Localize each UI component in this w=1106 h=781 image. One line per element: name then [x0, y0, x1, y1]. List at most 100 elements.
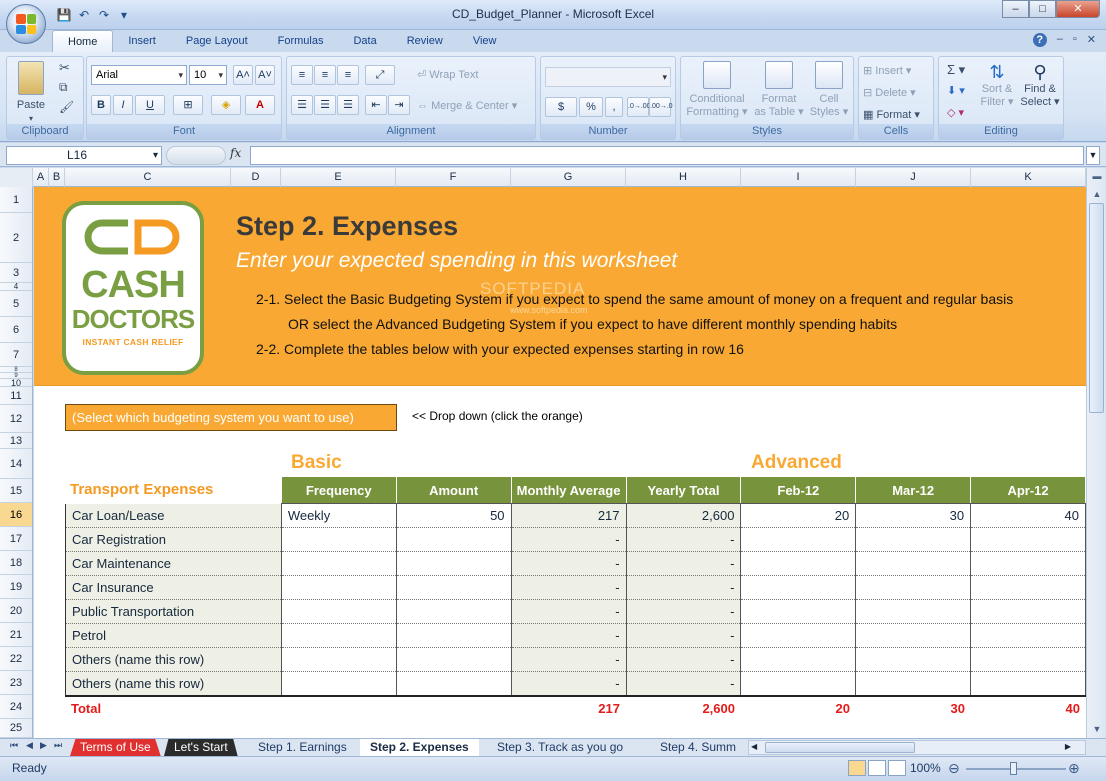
formula-bar-splitter[interactable] [166, 146, 226, 165]
sort-filter-button[interactable]: ⇅ Sort & Filter ▾ [977, 61, 1017, 109]
feb-cell[interactable] [740, 575, 857, 600]
apr-cell[interactable] [970, 647, 1086, 672]
tab-formulas[interactable]: Formulas [263, 30, 339, 52]
shrink-font-button[interactable]: A˅ [255, 65, 275, 85]
feb-cell[interactable] [740, 671, 857, 697]
column-header[interactable]: D [231, 168, 281, 187]
copy-icon[interactable]: ⧉ [59, 81, 68, 94]
frequency-cell[interactable] [281, 527, 397, 552]
borders-button[interactable]: ⊞ [173, 95, 203, 115]
autosum-icon[interactable]: Σ ▾ [947, 63, 965, 76]
expand-formula-bar-icon[interactable]: ▼ [1086, 146, 1100, 165]
mar-cell[interactable] [855, 647, 972, 672]
row-header[interactable]: 21 [0, 623, 32, 647]
bold-button[interactable]: B [91, 95, 111, 115]
frequency-cell[interactable] [281, 599, 397, 624]
row-header[interactable]: 12 [0, 405, 32, 433]
tab-review[interactable]: Review [392, 30, 458, 52]
number-format-dropdown[interactable] [545, 67, 671, 87]
align-middle-icon[interactable]: ≡ [314, 65, 336, 85]
row-header[interactable]: 5 [0, 291, 32, 317]
row-header[interactable]: 17 [0, 527, 32, 551]
row-header[interactable]: 19 [0, 575, 32, 599]
row-header[interactable]: 2 [0, 213, 32, 263]
frequency-cell[interactable] [281, 647, 397, 672]
apr-cell[interactable] [970, 671, 1086, 697]
feb-cell[interactable] [740, 647, 857, 672]
amount-cell[interactable] [396, 623, 512, 648]
amount-cell[interactable] [396, 647, 512, 672]
zoom-in-icon[interactable]: ⊕ [1068, 760, 1080, 777]
tab-home[interactable]: Home [52, 30, 114, 52]
tab-data[interactable]: Data [338, 30, 391, 52]
office-button[interactable] [6, 4, 46, 44]
sheet-tab-step2[interactable]: Step 2. Expenses [360, 739, 479, 756]
conditional-formatting-button[interactable]: Conditional Formatting ▾ [685, 61, 749, 119]
formula-input[interactable] [250, 146, 1084, 165]
paste-button[interactable]: Paste ▾ [13, 61, 49, 125]
expense-label[interactable]: Car Insurance [65, 575, 282, 600]
feb-cell[interactable] [740, 527, 857, 552]
cell-styles-button[interactable]: Cell Styles ▾ [807, 61, 851, 119]
monthly-average-cell[interactable]: - [511, 671, 627, 697]
zoom-out-icon[interactable]: ⊖ [948, 760, 960, 777]
monthly-average-cell[interactable]: 217 [511, 503, 627, 528]
yearly-total-cell[interactable]: - [626, 647, 742, 672]
monthly-average-cell[interactable]: - [511, 647, 627, 672]
percent-button[interactable]: % [579, 97, 603, 117]
horizontal-scrollbar[interactable]: ◀ ▶ [748, 740, 1086, 755]
insert-cells-button[interactable]: ⊞ Insert ▾ [863, 65, 911, 78]
yearly-total-cell[interactable]: - [626, 671, 742, 697]
expense-label[interactable]: Public Transportation [65, 599, 282, 624]
doc-close-button[interactable]: ✕ [1087, 33, 1096, 47]
name-box[interactable]: L16 [6, 146, 162, 165]
yearly-total-cell[interactable]: - [626, 527, 742, 552]
amount-cell[interactable] [396, 551, 512, 576]
expense-label[interactable]: Car Registration [65, 527, 282, 552]
align-top-icon[interactable]: ≡ [291, 65, 313, 85]
apr-cell[interactable] [970, 623, 1086, 648]
column-header[interactable]: K [971, 168, 1086, 187]
mar-cell[interactable] [855, 623, 972, 648]
font-color-button[interactable]: A [245, 95, 275, 115]
row-header[interactable]: 24 [0, 695, 32, 719]
row-header[interactable]: 25 [0, 719, 32, 738]
frequency-cell[interactable] [281, 623, 397, 648]
frequency-cell[interactable] [281, 575, 397, 600]
row-header[interactable]: 15 [0, 479, 32, 503]
mar-cell[interactable] [855, 575, 972, 600]
clear-icon[interactable]: ◇ ▾ [947, 107, 964, 120]
feb-cell[interactable] [740, 551, 857, 576]
tab-insert[interactable]: Insert [113, 30, 171, 52]
monthly-average-cell[interactable]: - [511, 623, 627, 648]
page-break-view-icon[interactable] [888, 760, 906, 776]
yearly-total-cell[interactable]: - [626, 575, 742, 600]
mar-cell[interactable] [855, 527, 972, 552]
apr-cell[interactable] [970, 551, 1086, 576]
format-cells-button[interactable]: ▦ Format ▾ [863, 109, 920, 122]
feb-cell[interactable] [740, 599, 857, 624]
delete-cells-button[interactable]: ⊟ Delete ▾ [863, 87, 916, 100]
column-header[interactable]: E [281, 168, 396, 187]
expense-label[interactable]: Petrol [65, 623, 282, 648]
column-header[interactable]: J [856, 168, 971, 187]
increase-indent-icon[interactable]: ⇥ [388, 95, 410, 115]
row-header[interactable]: 10 [0, 379, 32, 388]
worksheet[interactable]: CASH DOCTORS INSTANT CASH RELIEF Step 2.… [34, 187, 1086, 738]
expense-label[interactable]: Car Maintenance [65, 551, 282, 576]
tab-page-layout[interactable]: Page Layout [171, 30, 263, 52]
zoom-slider-thumb[interactable] [1010, 762, 1017, 775]
select-all-corner[interactable] [0, 168, 33, 187]
monthly-average-cell[interactable]: - [511, 599, 627, 624]
italic-button[interactable]: I [113, 95, 133, 115]
first-sheet-icon[interactable]: ⏮ [10, 740, 18, 751]
scroll-up-icon[interactable]: ▲ [1087, 186, 1106, 203]
font-size-dropdown[interactable]: 10 [189, 65, 227, 85]
comma-button[interactable]: , [605, 97, 623, 117]
align-right-icon[interactable]: ☰ [337, 95, 359, 115]
apr-cell[interactable] [970, 575, 1086, 600]
row-header[interactable]: 20 [0, 599, 32, 623]
page-layout-view-icon[interactable] [868, 760, 886, 776]
next-sheet-icon[interactable]: ▶ [40, 740, 47, 751]
feb-cell[interactable] [740, 623, 857, 648]
